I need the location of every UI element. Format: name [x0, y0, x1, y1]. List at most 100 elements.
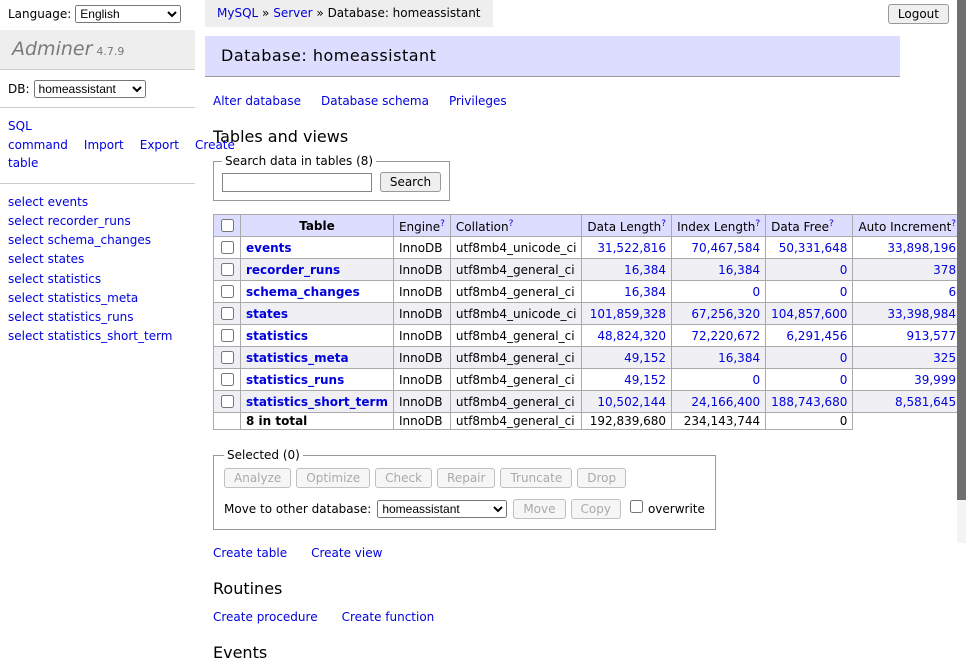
table-name-link-statistics[interactable]: statistics: [246, 329, 308, 343]
index-length-link[interactable]: 16,384: [677, 351, 760, 365]
row-checkbox[interactable]: [221, 263, 234, 276]
sidebar-action-sql-command[interactable]: SQL command: [8, 119, 68, 152]
check-button[interactable]: Check: [375, 468, 432, 488]
toolbar-link-database-schema[interactable]: Database schema: [321, 94, 429, 108]
data-length-link[interactable]: 101,859,328: [587, 307, 666, 321]
data-free-link[interactable]: 104,857,600: [771, 307, 847, 321]
repair-button[interactable]: Repair: [437, 468, 495, 488]
table-link-states[interactable]: states: [48, 252, 85, 266]
create-function-link[interactable]: Create function: [342, 610, 435, 624]
table-link-events[interactable]: events: [48, 195, 88, 209]
index-length-link[interactable]: 70,467,584: [677, 241, 760, 255]
search-button[interactable]: Search: [380, 172, 441, 192]
overwrite-checkbox[interactable]: [630, 500, 643, 513]
table-link-statistics-short-term[interactable]: statistics_short_term: [48, 329, 173, 343]
index-length-link[interactable]: 72,220,672: [677, 329, 760, 343]
table-name-link-recorder-runs[interactable]: recorder_runs: [246, 263, 340, 277]
row-checkbox[interactable]: [221, 241, 234, 254]
index-length-link[interactable]: 24,166,400: [677, 395, 760, 409]
auto-increment-link[interactable]: 33,398,984: [858, 307, 956, 321]
data-length-link[interactable]: 48,824,320: [587, 329, 666, 343]
row-checkbox[interactable]: [221, 329, 234, 342]
index-length-link[interactable]: 0: [677, 373, 760, 387]
data-length-link[interactable]: 31,522,816: [587, 241, 666, 255]
analyze-button[interactable]: Analyze: [224, 468, 291, 488]
move-db-select[interactable]: homeassistant: [377, 500, 507, 518]
vertical-scrollbar[interactable]: [957, 0, 966, 543]
select-link-recorder-runs[interactable]: select: [8, 214, 44, 228]
create-view-link[interactable]: Create view: [311, 546, 382, 560]
column-help-link[interactable]: ?: [661, 219, 666, 229]
table-name-link-statistics-short-term[interactable]: statistics_short_term: [246, 395, 388, 409]
search-input[interactable]: [222, 173, 372, 192]
data-free-link[interactable]: 0: [771, 351, 847, 365]
logout-button[interactable]: Logout: [888, 4, 949, 24]
table-link-statistics[interactable]: statistics: [48, 272, 102, 286]
truncate-button[interactable]: Truncate: [500, 468, 572, 488]
drop-button[interactable]: Drop: [577, 468, 626, 488]
row-checkbox[interactable]: [221, 285, 234, 298]
toolbar-link-privileges[interactable]: Privileges: [449, 94, 507, 108]
auto-increment-link[interactable]: 913,577: [858, 329, 956, 343]
row-checkbox[interactable]: [221, 373, 234, 386]
select-link-statistics-meta[interactable]: select: [8, 291, 44, 305]
table-name-link-statistics-meta[interactable]: statistics_meta: [246, 351, 349, 365]
select-link-statistics[interactable]: select: [8, 272, 44, 286]
select-link-schema-changes[interactable]: select: [8, 233, 44, 247]
breadcrumb-link-server[interactable]: Server: [273, 6, 312, 20]
data-length-link[interactable]: 16,384: [587, 263, 666, 277]
data-free-link[interactable]: 0: [771, 285, 847, 299]
scrollbar-thumb[interactable]: [957, 0, 966, 500]
data-length-link[interactable]: 16,384: [587, 285, 666, 299]
column-help-link[interactable]: ?: [951, 219, 956, 229]
column-help-link[interactable]: ?: [509, 219, 514, 229]
sidebar-action-export[interactable]: Export: [140, 138, 179, 152]
sidebar-action-import[interactable]: Import: [84, 138, 124, 152]
row-checkbox[interactable]: [221, 395, 234, 408]
data-free-link[interactable]: 50,331,648: [771, 241, 847, 255]
row-checkbox[interactable]: [221, 351, 234, 364]
auto-increment-link[interactable]: 39,999: [858, 373, 956, 387]
column-help-link[interactable]: ?: [440, 219, 445, 229]
table-link-recorder-runs[interactable]: recorder_runs: [48, 214, 131, 228]
create-table-link[interactable]: Create table: [213, 546, 287, 560]
index-length-link[interactable]: 16,384: [677, 263, 760, 277]
data-free-link[interactable]: 0: [771, 373, 847, 387]
optimize-button[interactable]: Optimize: [296, 468, 370, 488]
select-link-statistics-runs[interactable]: select: [8, 310, 44, 324]
select-link-statistics-short-term[interactable]: select: [8, 329, 44, 343]
select-all-checkbox[interactable]: [221, 219, 234, 232]
table-link-statistics-meta[interactable]: statistics_meta: [48, 291, 139, 305]
table-link-statistics-runs[interactable]: statistics_runs: [48, 310, 134, 324]
index-length-link[interactable]: 0: [677, 285, 760, 299]
breadcrumb-link-mysql[interactable]: MySQL: [217, 6, 258, 20]
index-length-link[interactable]: 67,256,320: [677, 307, 760, 321]
copy-button[interactable]: Copy: [571, 499, 621, 519]
data-length-link[interactable]: 10,502,144: [587, 395, 666, 409]
toolbar-link-alter-database[interactable]: Alter database: [213, 94, 301, 108]
column-help-link[interactable]: ?: [829, 219, 834, 229]
table-name-link-statistics-runs[interactable]: statistics_runs: [246, 373, 344, 387]
column-help-link[interactable]: ?: [755, 219, 760, 229]
db-select[interactable]: homeassistant: [34, 80, 146, 98]
select-link-states[interactable]: select: [8, 252, 44, 266]
create-procedure-link[interactable]: Create procedure: [213, 610, 318, 624]
auto-increment-link[interactable]: 8,581,645: [858, 395, 956, 409]
table-link-schema-changes[interactable]: schema_changes: [48, 233, 151, 247]
auto-increment-link[interactable]: 325: [858, 351, 956, 365]
language-select[interactable]: English: [75, 5, 181, 23]
table-name-link-schema-changes[interactable]: schema_changes: [246, 285, 360, 299]
data-length-link[interactable]: 49,152: [587, 351, 666, 365]
table-name-link-states[interactable]: states: [246, 307, 288, 321]
auto-increment-link[interactable]: 6: [858, 285, 956, 299]
data-free-link[interactable]: 6,291,456: [771, 329, 847, 343]
data-free-link[interactable]: 0: [771, 263, 847, 277]
select-link-events[interactable]: select: [8, 195, 44, 209]
move-button[interactable]: Move: [513, 499, 565, 519]
data-length-link[interactable]: 49,152: [587, 373, 666, 387]
table-name-link-events[interactable]: events: [246, 241, 292, 255]
data-free-link[interactable]: 188,743,680: [771, 395, 847, 409]
row-checkbox[interactable]: [221, 307, 234, 320]
auto-increment-link[interactable]: 378: [858, 263, 956, 277]
auto-increment-link[interactable]: 33,898,196: [858, 241, 956, 255]
